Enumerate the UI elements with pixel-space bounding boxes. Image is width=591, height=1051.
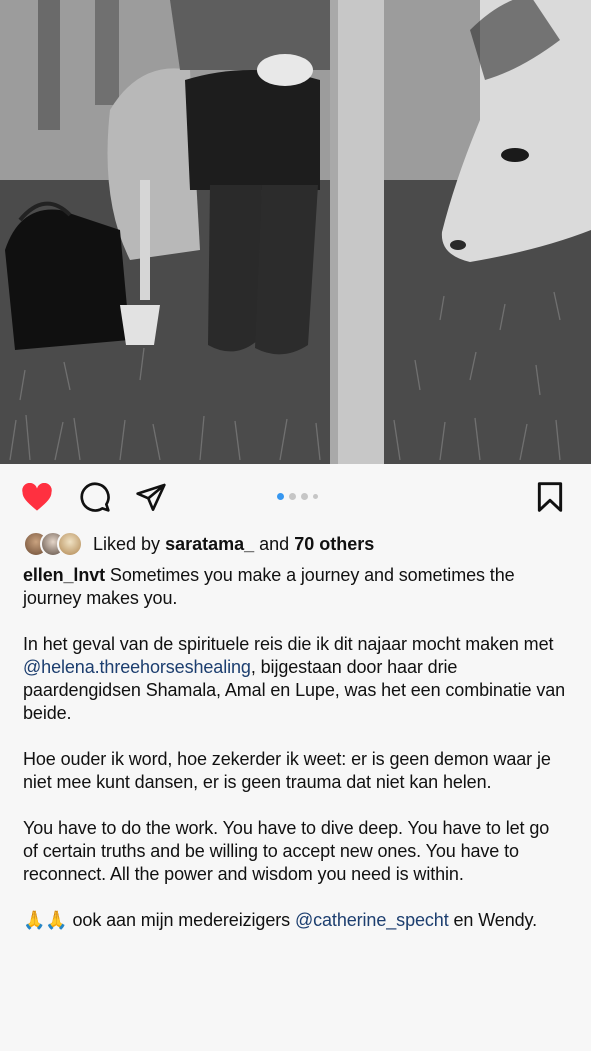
- likes-middle: and: [259, 533, 290, 554]
- carousel-dot: [301, 493, 308, 500]
- caption-paragraph: Hoe ouder ik word, hoe zekerder ik weet:…: [23, 749, 551, 792]
- carousel-dot: [313, 494, 318, 499]
- caption-text: 🙏🙏 ook aan mijn medereizigers: [23, 910, 295, 930]
- caption-username[interactable]: ellen_lnvt: [23, 565, 105, 585]
- likes-others-count[interactable]: 70 others: [294, 534, 374, 555]
- likes-prefix: Liked by: [93, 533, 161, 554]
- share-button[interactable]: [134, 480, 168, 514]
- liker-username[interactable]: saratama_: [165, 534, 254, 555]
- bookmark-icon: [537, 482, 563, 512]
- carousel-indicator: [277, 493, 318, 500]
- carousel-dot-active: [277, 493, 284, 500]
- like-button[interactable]: [20, 480, 54, 514]
- comment-button[interactable]: [78, 480, 112, 514]
- mention-link[interactable]: @catherine_specht: [295, 910, 449, 930]
- likes-summary[interactable]: Liked by saratama_ and 70 others: [0, 528, 591, 560]
- post-caption: ellen_lnvt Sometimes you make a journey …: [0, 564, 591, 932]
- post-image[interactable]: [0, 0, 591, 464]
- caption-paragraph: You have to do the work. You have to div…: [23, 818, 550, 884]
- caption-text: In het geval van de spirituele reis die …: [23, 634, 554, 654]
- caption-text: en Wendy.: [448, 910, 538, 930]
- avatar: [57, 531, 83, 557]
- post-photo-illustration: [0, 0, 591, 464]
- mention-link[interactable]: @helena.threehorseshealing: [23, 657, 251, 677]
- save-button[interactable]: [533, 480, 567, 514]
- comment-icon: [80, 482, 110, 512]
- paper-plane-icon: [136, 483, 166, 511]
- liker-avatars: [23, 531, 83, 557]
- carousel-dot: [289, 493, 296, 500]
- post-actions-bar: [0, 464, 591, 528]
- heart-filled-icon: [22, 482, 52, 511]
